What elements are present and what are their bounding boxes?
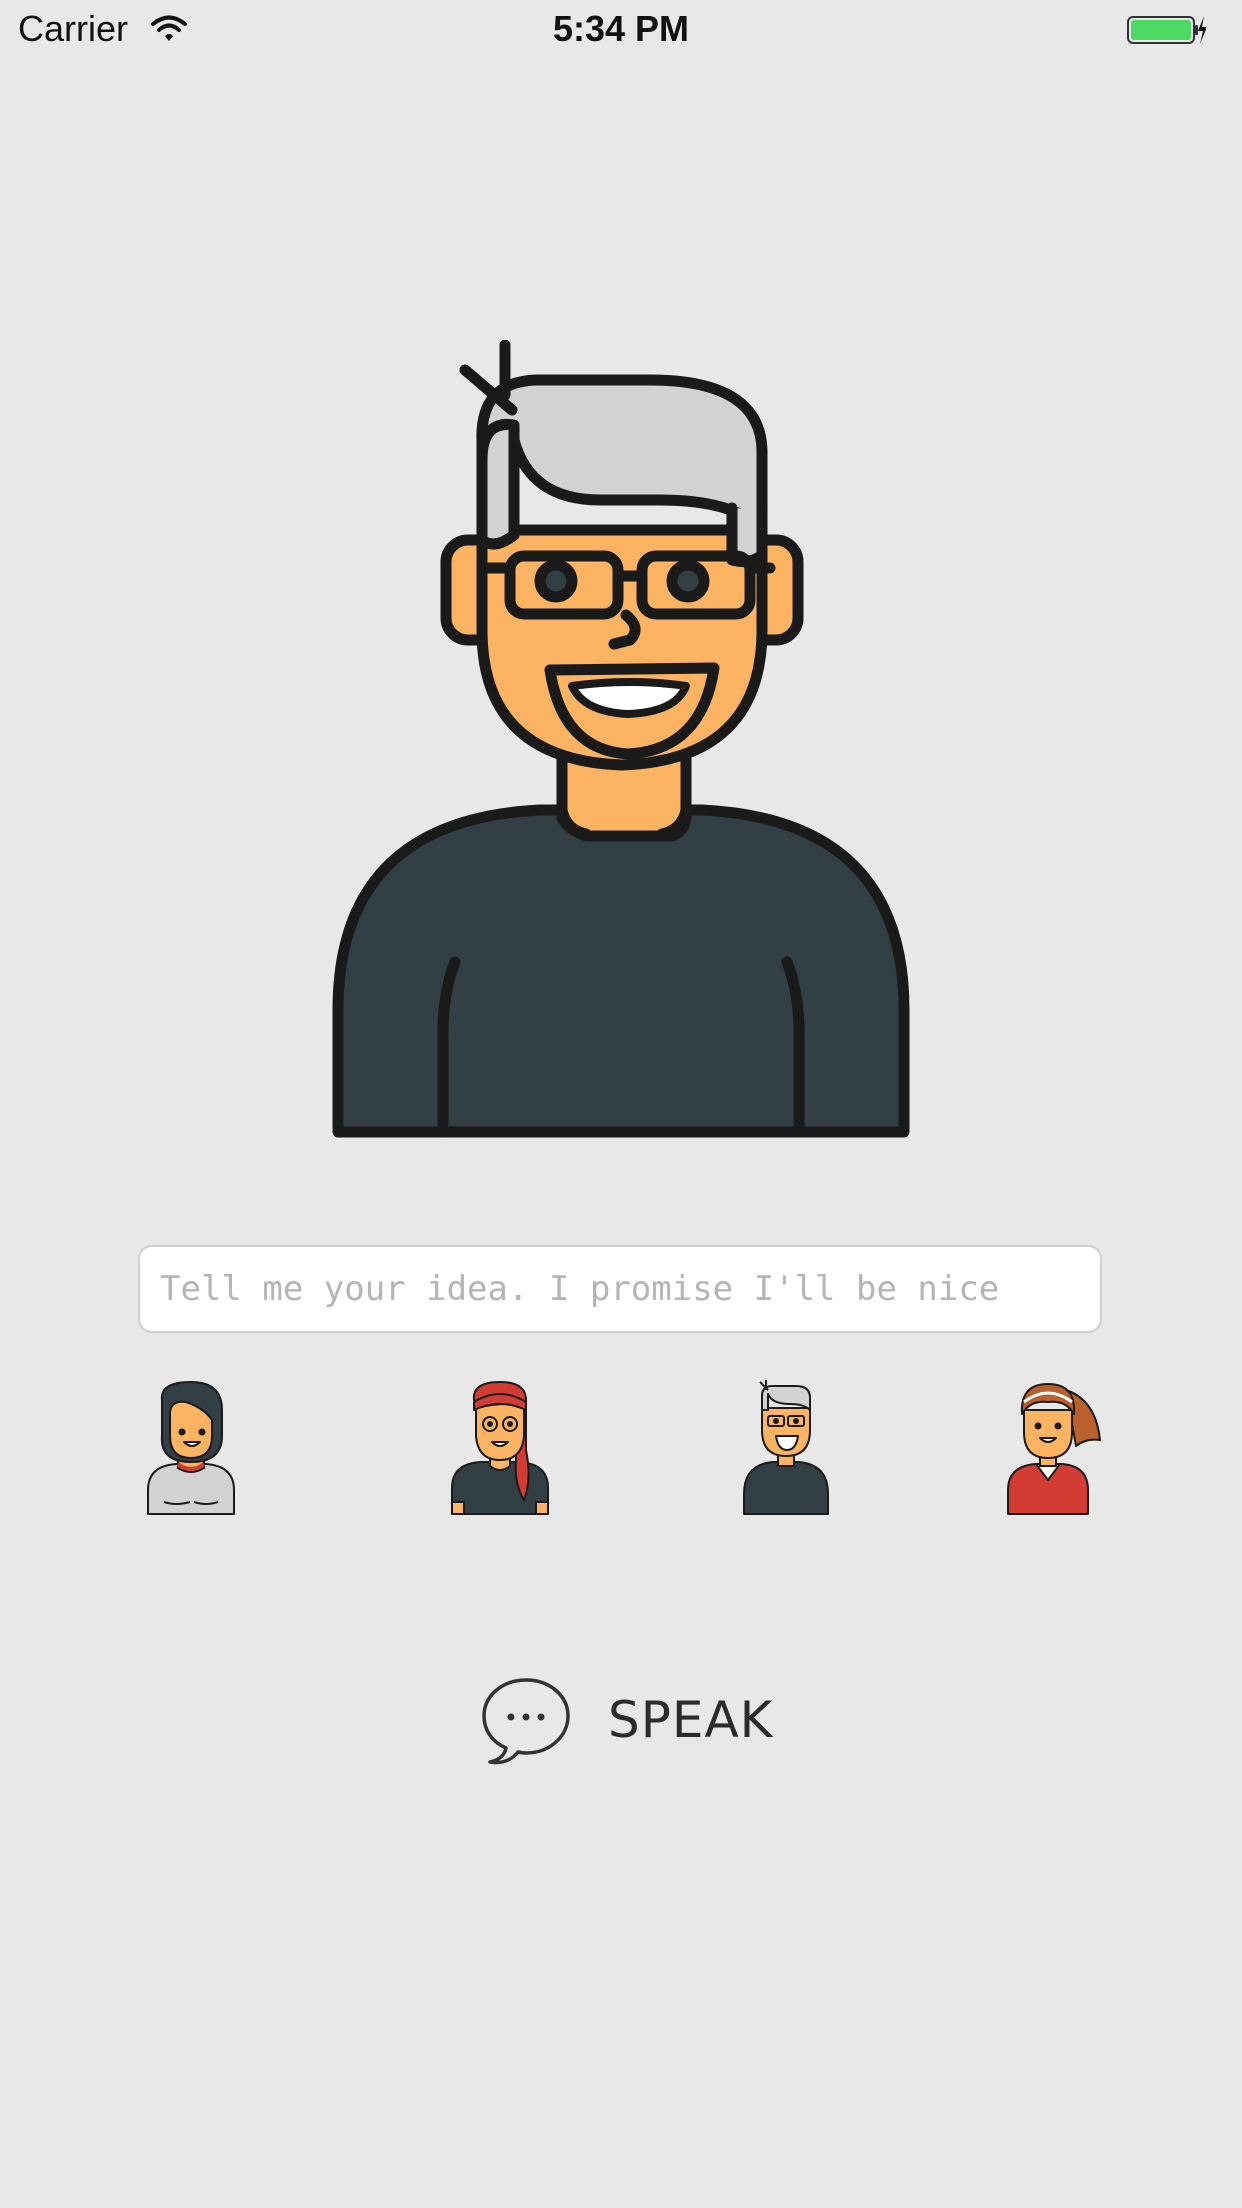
status-time: 5:34 PM (552, 8, 690, 49)
chat-bubble-icon (482, 1678, 570, 1765)
avatar-option-ponytail-woman[interactable] (1006, 1380, 1102, 1516)
status-bar: Carrier 5:34 PM (0, 0, 1242, 62)
avatar-option-grey-haired-man[interactable] (742, 1380, 830, 1516)
ponytail-woman-avatar-icon (1007, 1383, 1101, 1515)
grey-haired-man-avatar (332, 340, 910, 1138)
short-hair-woman-avatar-icon (147, 1381, 235, 1515)
avatar-option-short-hair-woman[interactable] (146, 1380, 236, 1516)
speak-button[interactable]: SPEAK (478, 1670, 778, 1770)
speak-label: SPEAK (608, 1691, 774, 1749)
battery-charging-icon (1127, 16, 1206, 44)
grey-haired-man-avatar-icon (743, 1380, 829, 1515)
redhead-glasses-woman-avatar-icon (451, 1381, 549, 1515)
idea-input[interactable] (138, 1245, 1102, 1333)
avatar-option-redhead-glasses-woman[interactable] (450, 1380, 550, 1516)
